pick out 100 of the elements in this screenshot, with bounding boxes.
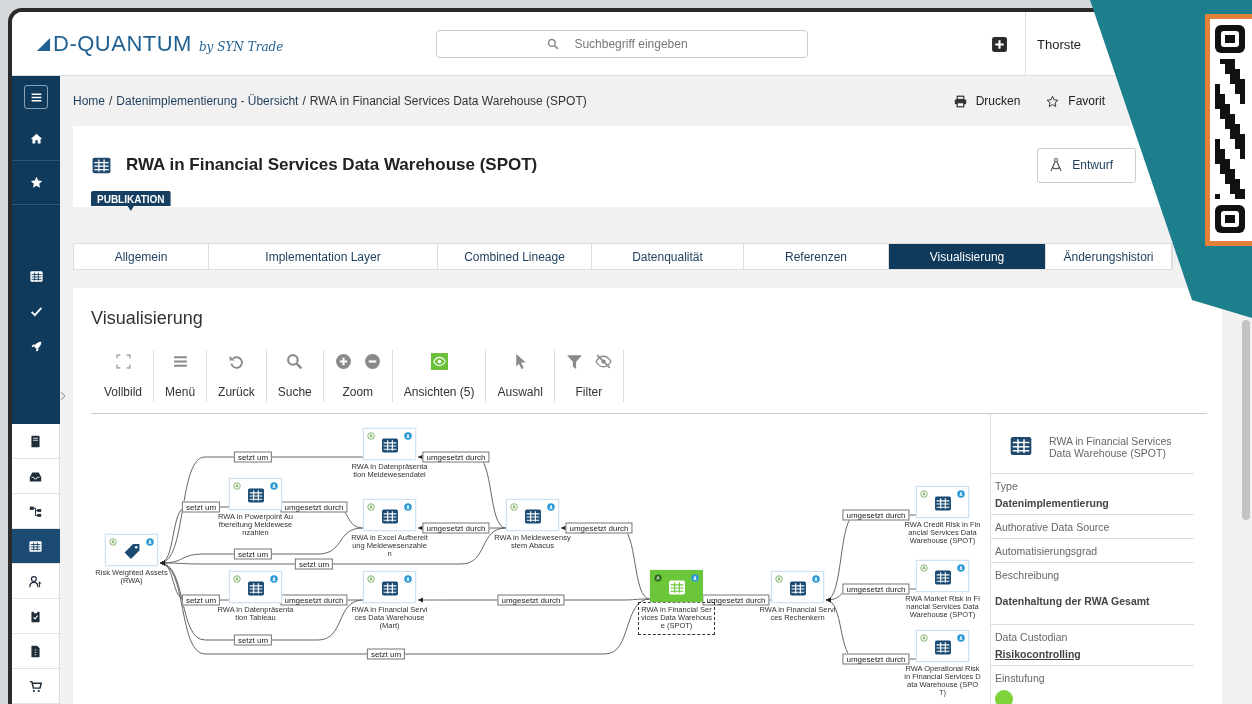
status-icon xyxy=(775,575,783,583)
inbox-icon xyxy=(29,469,42,483)
toolbar-button[interactable]: Menü xyxy=(154,350,208,402)
user-icon xyxy=(270,575,278,583)
user-icon xyxy=(957,634,965,642)
breadcrumb-link[interactable]: Datenimplementierung - Übersicht xyxy=(116,94,299,108)
star-icon xyxy=(1046,94,1060,108)
breadcrumb-current: RWA in Financial Services Data Warehouse (SPOT) xyxy=(309,94,587,108)
action-button[interactable]: Drucken xyxy=(953,94,1021,108)
edge-label: umgesetzt durch xyxy=(565,522,633,534)
scrollbar[interactable] xyxy=(1242,320,1250,520)
user-icon xyxy=(146,538,154,546)
status-icon xyxy=(233,482,241,490)
undo-icon xyxy=(227,353,245,370)
page-title: RWA in Financial Services Data Warehouse (SPOT) xyxy=(126,155,539,175)
edge-label: umgesetzt durch xyxy=(280,501,348,513)
tab[interactable]: Visualisierung xyxy=(889,244,1046,269)
breadcrumb-separator: / xyxy=(302,94,306,108)
field-label: Authorative Data Source xyxy=(995,521,1111,533)
field-label: Beschreibung xyxy=(995,569,1061,581)
printer-icon xyxy=(953,94,967,108)
field-label: Data Custodian xyxy=(995,631,1069,643)
field-label: Einstufung xyxy=(995,672,1046,684)
table-icon xyxy=(789,580,807,597)
edge-label: umgesetzt durch xyxy=(842,583,910,595)
toolbar-button[interactable]: Zurück xyxy=(207,350,267,402)
table-icon xyxy=(91,155,112,175)
document-icon xyxy=(29,644,42,658)
table-icon xyxy=(247,487,265,504)
edge-label: umgesetzt durch xyxy=(280,594,348,606)
draft-button[interactable]: Entwurf xyxy=(1037,147,1136,183)
status-icon xyxy=(920,490,928,498)
table-icon xyxy=(29,270,43,283)
search-icon xyxy=(547,38,559,50)
table-icon xyxy=(381,580,399,597)
sidebar-item[interactable] xyxy=(24,85,48,109)
node-card[interactable] xyxy=(650,570,703,602)
field-link[interactable]: Risikocontrolling xyxy=(995,648,1190,660)
cart-icon xyxy=(29,679,42,693)
table-icon xyxy=(1008,435,1034,457)
home-icon xyxy=(29,132,43,145)
search-field[interactable]: Suchbegriff eingeben xyxy=(436,30,808,58)
eye-icon xyxy=(430,353,448,370)
table-icon xyxy=(381,508,399,525)
user-icon xyxy=(957,564,965,572)
status-icon xyxy=(367,575,375,583)
expand-handle-icon[interactable] xyxy=(60,389,68,403)
toolbar-button[interactable]: Suche xyxy=(266,350,324,402)
fullscreen-icon xyxy=(114,353,132,370)
user-icon xyxy=(404,575,412,583)
menu-icon xyxy=(171,353,189,370)
breadcrumb-separator: / xyxy=(109,94,113,108)
user-icon xyxy=(29,574,42,588)
rocket-icon xyxy=(29,340,43,353)
add-button[interactable] xyxy=(991,35,1008,53)
hidden-icon xyxy=(594,353,612,370)
status-icon xyxy=(367,503,375,511)
status-icon xyxy=(920,634,928,642)
edge-label: setzt um xyxy=(233,548,273,560)
user-name[interactable]: Thorste xyxy=(1037,36,1082,52)
table-icon xyxy=(381,437,399,454)
toolbar-button[interactable]: Vollbild xyxy=(93,350,155,402)
table-icon xyxy=(934,569,952,586)
user-icon xyxy=(404,503,412,511)
star-icon xyxy=(29,176,43,189)
edge-label: umgesetzt durch xyxy=(842,653,910,665)
hierarchy-icon xyxy=(29,504,42,518)
zoom-out-icon xyxy=(363,353,381,370)
filter-icon xyxy=(565,353,583,370)
toolbar-button[interactable]: Auswahl xyxy=(486,350,555,402)
clipboard-icon xyxy=(29,609,42,623)
edge-label: setzt um xyxy=(233,451,273,463)
status-icon xyxy=(654,574,662,582)
status-icon xyxy=(367,432,375,440)
field-label: Automatisierungsgrad xyxy=(995,545,1099,557)
user-icon xyxy=(404,432,412,440)
status-icon xyxy=(510,503,518,511)
status-badge: PUBLIKATION xyxy=(91,191,171,211)
action-button[interactable]: Favorit xyxy=(1046,94,1105,108)
zoom-in-icon xyxy=(334,353,352,370)
edge-label: setzt um xyxy=(181,501,221,513)
toolbar-button[interactable]: Filter xyxy=(554,350,624,402)
section-heading: Visualisierung xyxy=(91,308,204,329)
logo-text: D-QUANTUM xyxy=(53,31,192,57)
edge-label: umgesetzt durch xyxy=(422,451,490,463)
user-icon xyxy=(270,482,278,490)
status-icon xyxy=(233,575,241,583)
search-icon xyxy=(286,353,304,370)
tag-icon xyxy=(123,543,141,560)
logo-tagline: by SYN Trade xyxy=(198,40,284,54)
edge-label: umgesetzt durch xyxy=(422,522,490,534)
toolbar-button[interactable]: Zoom xyxy=(323,350,393,402)
checkmark-icon xyxy=(29,305,43,318)
add-icon xyxy=(991,35,1008,53)
status-icon xyxy=(920,564,928,572)
edge-label: setzt um xyxy=(181,594,221,606)
breadcrumb-link[interactable]: Home xyxy=(73,94,105,108)
status-icon xyxy=(109,538,117,546)
edge-label: setzt um xyxy=(233,634,273,646)
toolbar-button[interactable]: Ansichten (5) xyxy=(392,350,487,402)
